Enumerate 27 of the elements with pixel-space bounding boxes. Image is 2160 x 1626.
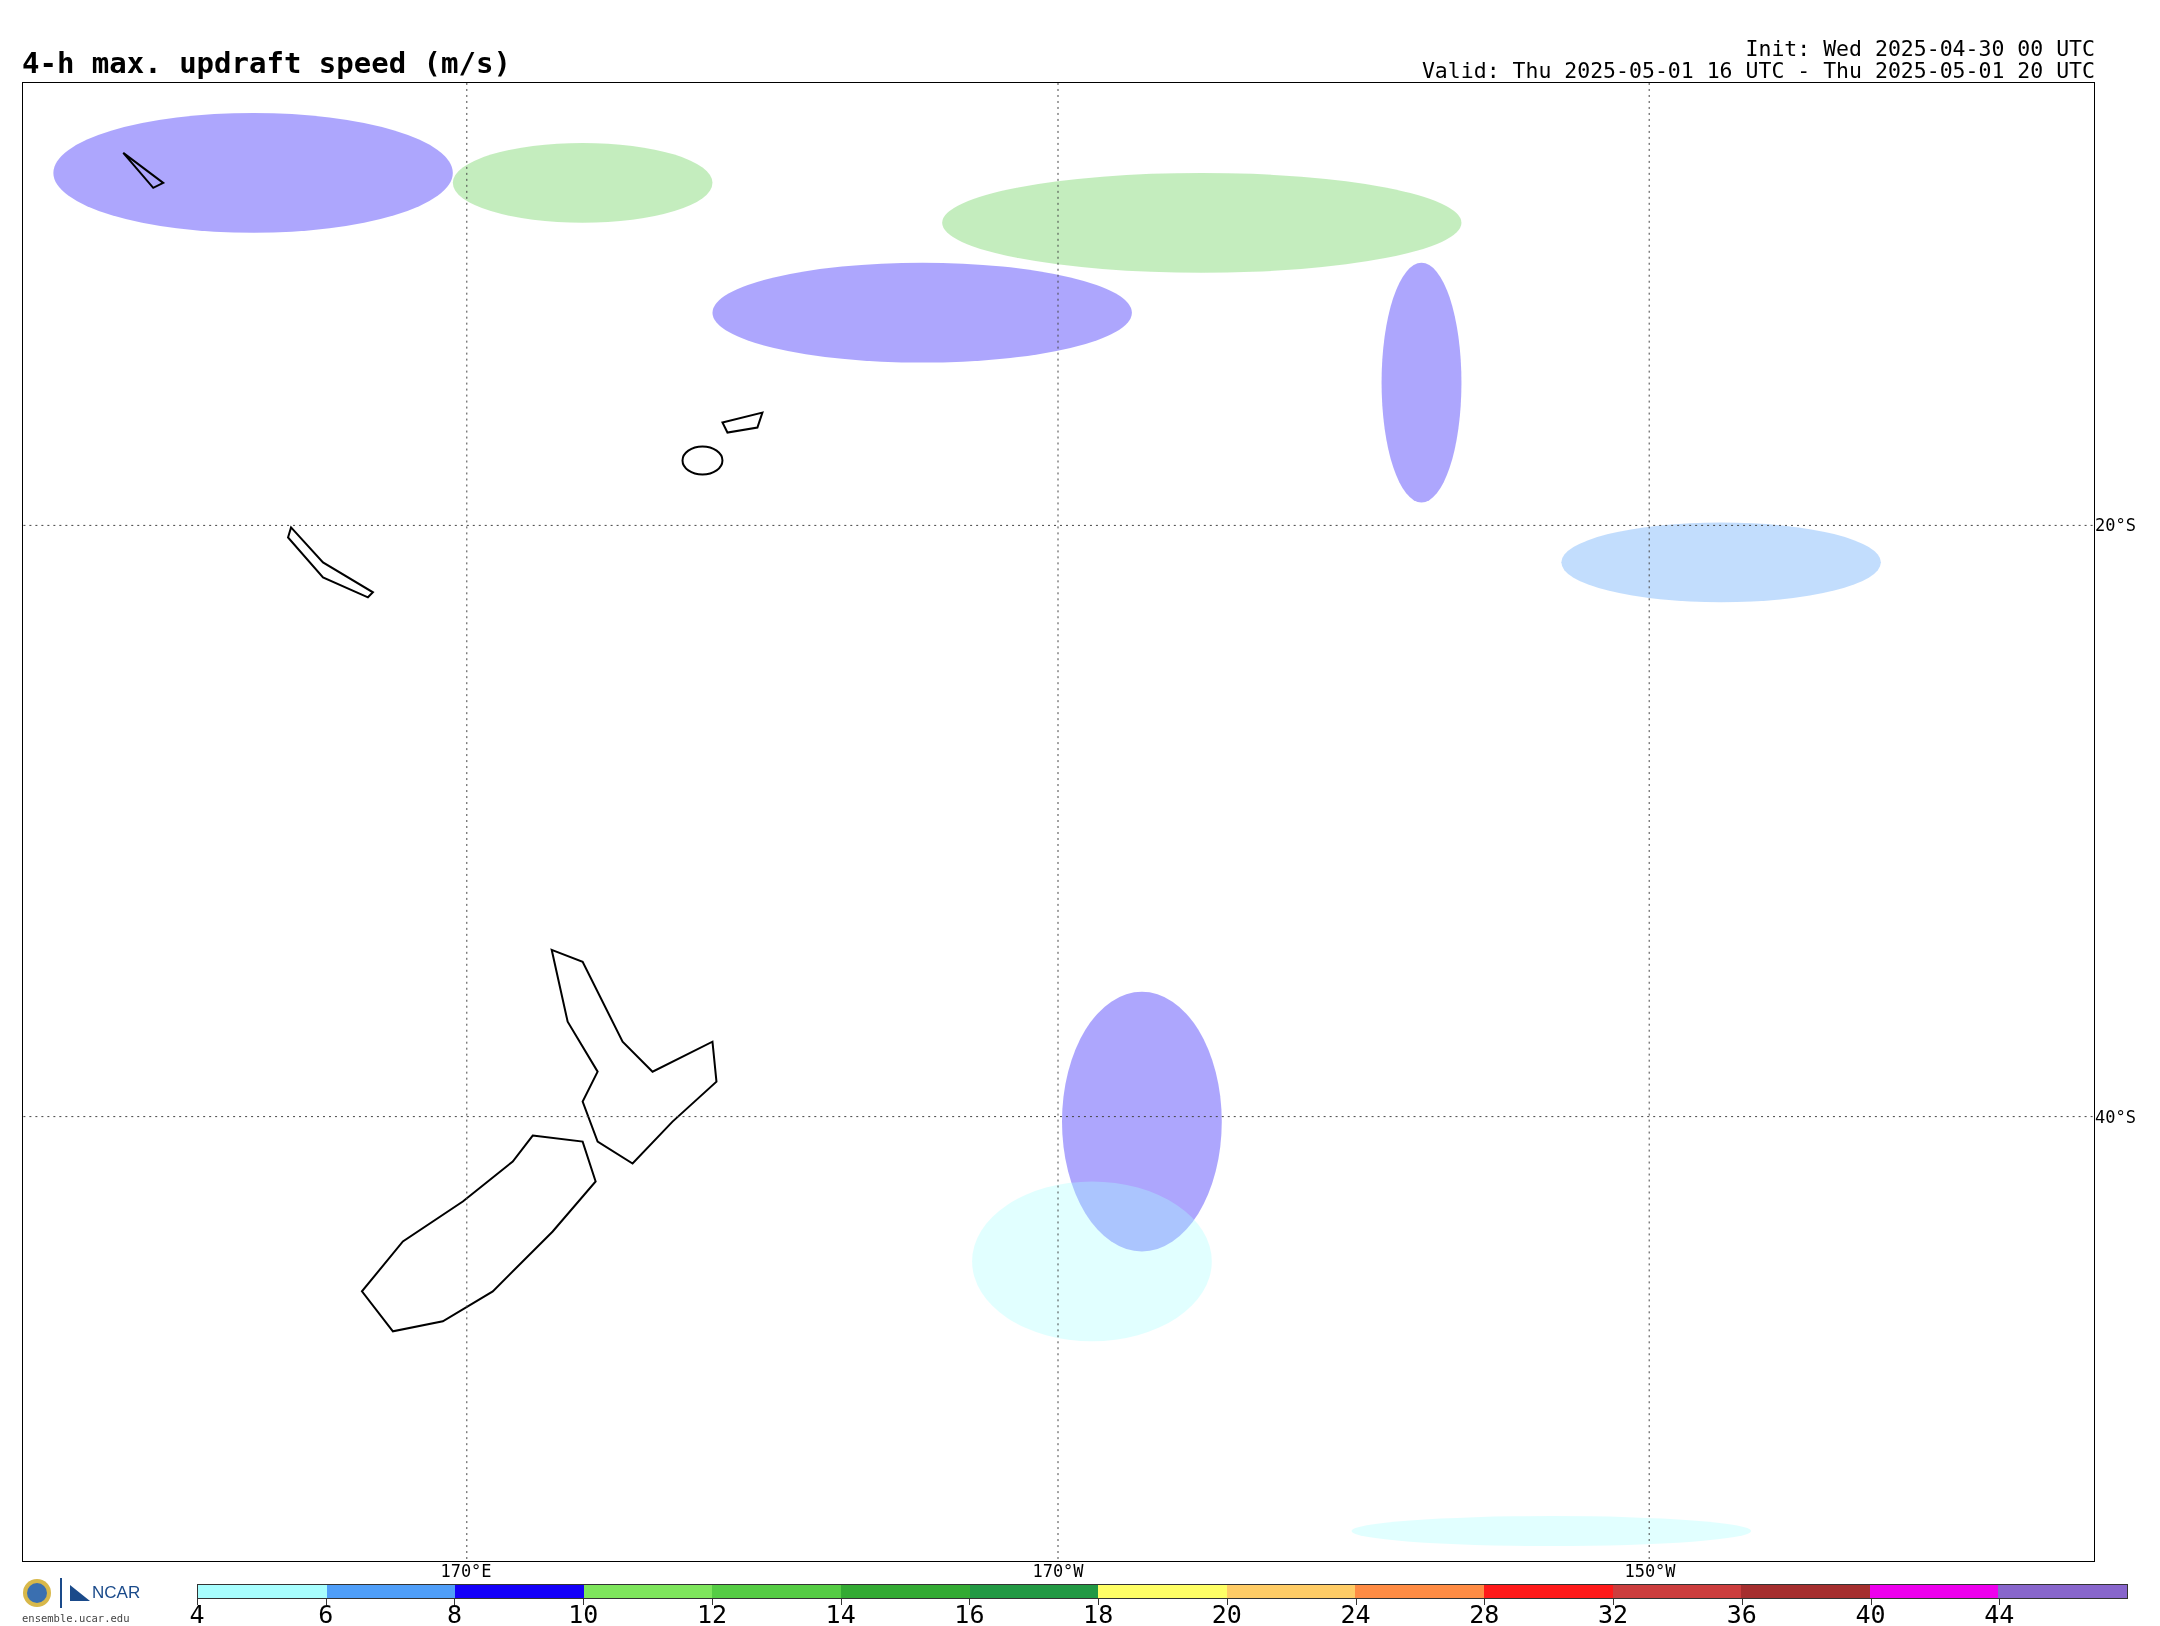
website-label: ensemble.ucar.edu xyxy=(22,1612,131,1624)
scale-label: 16 xyxy=(954,1601,985,1626)
divider-icon xyxy=(60,1578,62,1608)
scale-label: 10 xyxy=(568,1601,599,1626)
latitude-label: 20°S xyxy=(2095,516,2136,534)
scale-label: 40 xyxy=(1855,1601,1886,1626)
scale-label: 24 xyxy=(1340,1601,1371,1626)
scale-label: 18 xyxy=(1083,1601,1114,1626)
longitude-label: 170°E xyxy=(440,1562,492,1580)
scale-label: 32 xyxy=(1598,1601,1629,1626)
scale-label: 14 xyxy=(825,1601,856,1626)
seal-icon xyxy=(22,1578,52,1608)
chart-title: 4-h max. updraft speed (m/s) xyxy=(22,48,511,78)
longitude-label: 170°W xyxy=(1032,1562,1084,1580)
scale-label: 28 xyxy=(1469,1601,1500,1626)
scale-label: 8 xyxy=(446,1601,462,1626)
scale-label: 44 xyxy=(1984,1601,2015,1626)
scale-label: 4 xyxy=(189,1601,205,1626)
valid-time: Valid: Thu 2025-05-01 16 UTC - Thu 2025-05-01 20 UTC xyxy=(1421,60,2095,82)
scale-label: 20 xyxy=(1211,1601,1242,1626)
scale-label: 6 xyxy=(318,1601,334,1626)
init-time: Init: Wed 2025-04-30 00 UTC xyxy=(1745,38,2095,60)
ncar-logo: NCAR xyxy=(70,1583,141,1603)
latitude-label: 40°S xyxy=(2095,1108,2136,1126)
scale-label: 12 xyxy=(696,1601,727,1626)
longitude-label: 150°W xyxy=(1624,1562,1676,1580)
scale-label: 36 xyxy=(1726,1601,1757,1626)
